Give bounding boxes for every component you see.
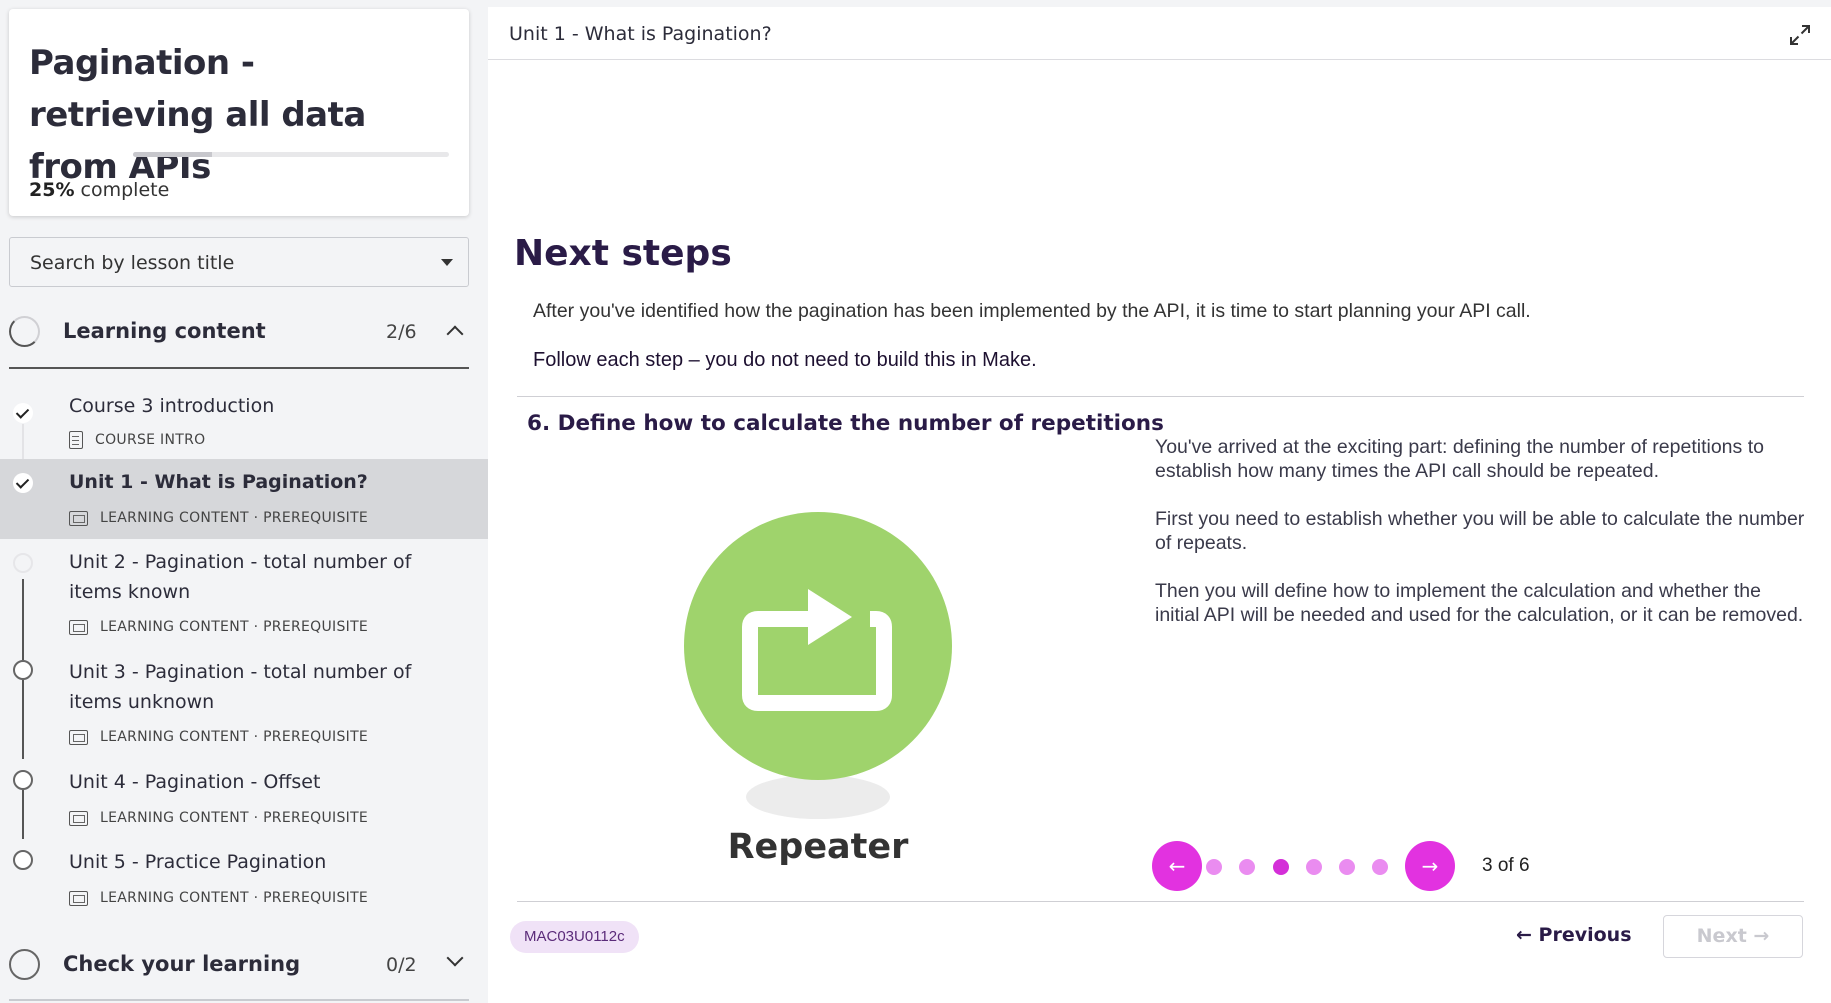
- lesson-title: Unit 5 - Practice Pagination: [69, 851, 327, 873]
- lesson-meta: LEARNING CONTENT · PREREQUISITE: [69, 510, 368, 526]
- timeline-line: [22, 424, 24, 459]
- lesson-item-unit-4[interactable]: Unit 4 - Pagination - Offset LEARNING CO…: [0, 759, 488, 839]
- timeline-line: [22, 790, 24, 839]
- section-learning-content[interactable]: Learning content 2/6: [9, 304, 469, 360]
- slides-icon: [69, 729, 88, 745]
- status-circle-icon: [13, 770, 33, 790]
- slide-pager: ← → 3 of 6: [1152, 841, 1552, 893]
- pager-dot[interactable]: [1206, 859, 1222, 875]
- status-circle-icon: [13, 553, 33, 573]
- pager-dot[interactable]: [1239, 859, 1255, 875]
- pager-dot[interactable]: [1306, 859, 1322, 875]
- progress-ring-icon: [9, 949, 40, 980]
- lesson-title: Unit 1 - What is Pagination?: [69, 471, 368, 493]
- progress-suffix: complete: [80, 179, 170, 201]
- progress-percent: 25%: [29, 179, 75, 201]
- check-icon: [13, 403, 33, 423]
- lesson-meta-text: LEARNING CONTENT · PREREQUISITE: [100, 890, 369, 906]
- step-paragraph: Then you will define how to implement th…: [1155, 580, 1804, 626]
- pager-count: 3 of 6: [1482, 855, 1530, 876]
- intro-text: After you've identified how the paginati…: [533, 300, 1531, 322]
- section-count: 0/2: [386, 954, 417, 976]
- timeline-line: [22, 680, 24, 759]
- section-heading: Next steps: [514, 233, 732, 274]
- course-title: Pagination - retrieving all data from AP…: [29, 43, 366, 187]
- lesson-search-dropdown[interactable]: Search by lesson title: [9, 237, 469, 287]
- pager-next-button[interactable]: →: [1405, 841, 1455, 891]
- lesson-item-unit-2[interactable]: Unit 2 - Pagination - total number of it…: [0, 539, 488, 649]
- section-title: Check your learning: [63, 952, 301, 976]
- repeater-image: Repeater: [618, 497, 1018, 887]
- lesson-meta-text: LEARNING CONTENT · PREREQUISITE: [100, 619, 369, 635]
- slides-icon: [69, 890, 88, 906]
- lesson-item-unit-3[interactable]: Unit 3 - Pagination - total number of it…: [0, 649, 488, 759]
- timeline-line: [22, 649, 24, 660]
- lesson-meta: LEARNING CONTENT · PREREQUISITE: [69, 890, 368, 906]
- lesson-item-course-intro[interactable]: Course 3 introduction COURSE INTRO: [0, 388, 488, 459]
- chevron-down-icon[interactable]: [446, 949, 464, 967]
- previous-button[interactable]: ← Previous: [1516, 924, 1632, 946]
- lesson-content: Unit 1 - What is Pagination? Next steps …: [488, 7, 1831, 1003]
- slides-icon: [69, 510, 88, 526]
- sidebar: Pagination - retrieving all data from AP…: [0, 0, 488, 1003]
- timeline-line: [22, 579, 24, 649]
- lesson-title: Unit 2 - Pagination - total number of it…: [69, 551, 412, 603]
- expand-icon[interactable]: [1789, 24, 1811, 46]
- lesson-list: Course 3 introduction COURSE INTRO Unit …: [0, 388, 488, 919]
- lesson-search-placeholder: Search by lesson title: [30, 252, 235, 274]
- lesson-meta-text: COURSE INTRO: [95, 432, 206, 448]
- content-divider: [517, 396, 1804, 397]
- lesson-code-badge: MAC03U0112c: [510, 921, 639, 953]
- lesson-meta: COURSE INTRO: [69, 431, 205, 449]
- lesson-meta: LEARNING CONTENT · PREREQUISITE: [69, 810, 368, 826]
- status-circle-icon: [13, 850, 33, 870]
- course-progress-bar: [133, 152, 449, 157]
- section-check-your-learning[interactable]: Check your learning 0/2: [9, 937, 469, 993]
- caret-down-icon: [441, 259, 453, 266]
- footer-divider: [517, 901, 1804, 902]
- section-divider: [9, 999, 469, 1001]
- progress-text: 25% complete: [29, 179, 169, 201]
- section-title: Learning content: [63, 319, 266, 343]
- lesson-title: Unit 3 - Pagination - total number of it…: [69, 661, 412, 713]
- course-progress-fill: [133, 152, 212, 157]
- next-button[interactable]: Next →: [1663, 915, 1803, 958]
- progress-ring-icon: [9, 316, 40, 347]
- chevron-up-icon[interactable]: [446, 325, 464, 343]
- step-paragraph: First you need to establish whether you …: [1155, 508, 1805, 554]
- lesson-meta: LEARNING CONTENT · PREREQUISITE: [69, 729, 368, 745]
- unit-title: Unit 1 - What is Pagination?: [509, 23, 772, 45]
- pager-dot[interactable]: [1372, 859, 1388, 875]
- lesson-meta-text: LEARNING CONTENT · PREREQUISITE: [100, 810, 369, 826]
- slides-icon: [69, 810, 88, 826]
- lesson-item-unit-1[interactable]: Unit 1 - What is Pagination? LEARNING CO…: [0, 459, 488, 539]
- follow-text: Follow each step – you do not need to bu…: [533, 349, 1037, 371]
- document-icon: [69, 431, 83, 449]
- repeater-icon: [684, 512, 952, 819]
- lesson-topbar: Unit 1 - What is Pagination?: [488, 7, 1831, 60]
- course-card: Pagination - retrieving all data from AP…: [9, 9, 469, 216]
- lesson-title: Unit 4 - Pagination - Offset: [69, 771, 321, 793]
- lesson-item-unit-5[interactable]: Unit 5 - Practice Pagination LEARNING CO…: [0, 839, 488, 919]
- step-title: 6. Define how to calculate the number of…: [527, 411, 1164, 436]
- pager-dot-current[interactable]: [1273, 859, 1289, 875]
- lesson-meta-text: LEARNING CONTENT · PREREQUISITE: [100, 510, 369, 526]
- status-circle-icon: [13, 660, 33, 680]
- repeater-label: Repeater: [727, 827, 909, 867]
- slides-icon: [69, 619, 88, 635]
- section-divider: [9, 367, 469, 369]
- check-icon: [13, 473, 33, 493]
- step-paragraph: You've arrived at the exciting part: def…: [1155, 436, 1764, 482]
- pager-prev-button[interactable]: ←: [1152, 841, 1202, 891]
- lesson-meta-text: LEARNING CONTENT · PREREQUISITE: [100, 729, 369, 745]
- pager-dot[interactable]: [1339, 859, 1355, 875]
- section-count: 2/6: [386, 321, 417, 343]
- lesson-meta: LEARNING CONTENT · PREREQUISITE: [69, 619, 368, 635]
- lesson-title: Course 3 introduction: [69, 395, 275, 417]
